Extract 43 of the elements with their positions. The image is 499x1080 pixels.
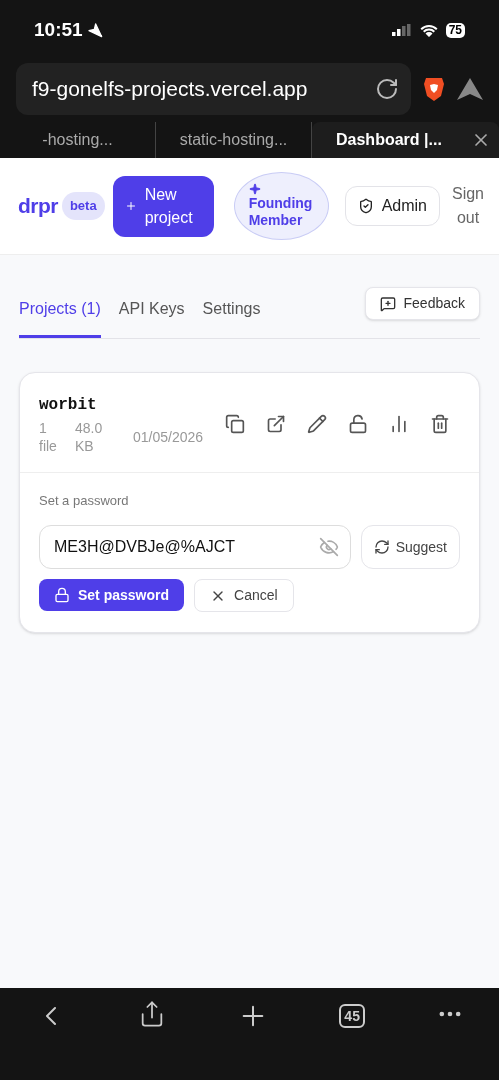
password-label: Set a password <box>39 493 129 508</box>
trash-icon[interactable] <box>430 414 450 434</box>
status-time: 10:51 <box>34 17 83 42</box>
project-date: 01/05/2026 <box>133 428 204 446</box>
unlock-icon[interactable] <box>348 414 368 434</box>
sign-out-link[interactable]: Sign out <box>448 182 488 230</box>
triangle-icon[interactable] <box>457 78 483 100</box>
pencil-icon[interactable] <box>307 414 327 434</box>
lion-shield-icon[interactable] <box>423 76 445 102</box>
admin-button[interactable]: Admin <box>344 186 440 226</box>
plus-icon <box>124 200 137 212</box>
signal-icon <box>391 24 412 36</box>
feedback-button[interactable]: Feedback <box>364 287 480 320</box>
cancel-button[interactable]: Cancel <box>194 579 294 612</box>
file-size: 48.0 KB <box>75 419 104 455</box>
location-icon <box>86 22 103 38</box>
new-project-button[interactable]: New project <box>112 175 214 237</box>
feedback-icon <box>379 295 396 312</box>
shield-icon <box>357 198 374 214</box>
project-name: worbit <box>39 395 98 416</box>
file-count: 1 file <box>39 419 57 455</box>
wifi-icon <box>419 23 438 37</box>
logo[interactable]: drpr <box>18 190 58 222</box>
set-password-button[interactable]: Set password <box>39 579 185 611</box>
battery-indicator: 75 <box>445 22 465 38</box>
beta-badge: beta <box>61 192 105 220</box>
external-link-icon[interactable] <box>266 414 286 434</box>
tab[interactable]: API Keys <box>118 293 185 338</box>
lock-icon <box>54 587 70 603</box>
founding-member-badge: Founding Member <box>233 172 329 240</box>
reload-icon[interactable] <box>375 77 399 101</box>
tab[interactable]: Settings <box>202 293 261 338</box>
bar-chart-icon[interactable] <box>389 414 409 434</box>
refresh-icon <box>373 539 390 555</box>
sparkle-icon <box>248 183 261 195</box>
browser-tab[interactable]: Dashboard |... <box>312 122 499 158</box>
url-text: f9-gonelfs-projects.vercel.app <box>32 76 309 103</box>
password-field[interactable]: ME3H@DVBJe@%AJCT <box>39 525 351 569</box>
address-bar[interactable]: f9-gonelfs-projects.vercel.app <box>16 63 411 115</box>
suggest-button[interactable]: Suggest <box>360 525 460 569</box>
copy-icon[interactable] <box>225 414 245 434</box>
tab-count-button[interactable]: 45 <box>339 1004 365 1028</box>
tab[interactable]: Projects (1) <box>19 293 101 338</box>
